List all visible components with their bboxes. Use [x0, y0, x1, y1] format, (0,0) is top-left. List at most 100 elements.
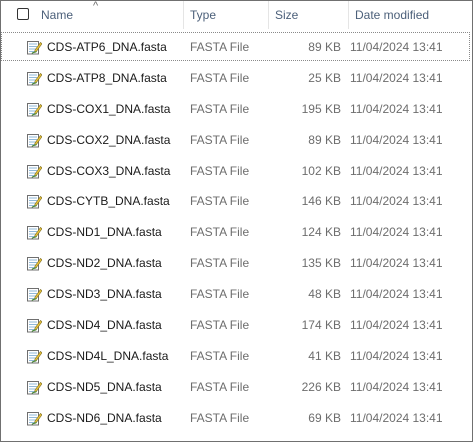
column-divider[interactable] — [183, 1, 184, 29]
file-row[interactable]: CDS-ND6_DNA.fasta FASTA File 69 KB 11/04… — [1, 403, 472, 434]
fasta-file-icon — [27, 164, 42, 179]
file-name: CDS-ND4_DNA.fasta — [47, 318, 162, 333]
file-type: FASTA File — [190, 70, 250, 85]
file-size: 48 KB — [308, 287, 341, 302]
file-name: CDS-CYTB_DNA.fasta — [47, 194, 170, 209]
file-row[interactable]: CDS-ATP8_DNA.fasta FASTA File 25 KB 11/0… — [1, 63, 472, 94]
column-divider[interactable] — [268, 1, 269, 29]
fasta-file-icon — [27, 195, 42, 209]
fasta-file-icon — [27, 133, 42, 148]
fasta-file-icon — [27, 257, 42, 271]
file-date-modified: 11/04/2024 13:41 — [350, 163, 443, 178]
fasta-file-icon — [27, 319, 42, 333]
file-row[interactable]: CDS-COX1_DNA.fasta FASTA File 195 KB 11/… — [1, 94, 472, 125]
file-date-modified: 11/04/2024 13:41 — [350, 348, 443, 363]
file-name: CDS-ND1_DNA.fasta — [47, 225, 162, 240]
file-name: CDS-ND3_DNA.fasta — [47, 287, 162, 302]
file-size: 135 KB — [301, 256, 341, 271]
row-checkbox[interactable] — [6, 319, 18, 332]
file-row[interactable]: CDS-ND1_DNA.fasta FASTA File 124 KB 11/0… — [1, 217, 472, 248]
fasta-file-icon — [27, 349, 42, 364]
file-date-modified: 11/04/2024 13:41 — [350, 70, 443, 85]
file-size: 146 KB — [301, 194, 341, 209]
file-row[interactable]: CDS-ND4_DNA.fasta FASTA File 174 KB 11/0… — [1, 310, 472, 341]
file-name: CDS-ATP8_DNA.fasta — [47, 70, 167, 85]
file-type: FASTA File — [190, 410, 250, 425]
file-type: FASTA File — [190, 379, 250, 394]
file-date-modified: 11/04/2024 13:41 — [350, 287, 443, 302]
file-type: FASTA File — [190, 163, 250, 178]
file-name: CDS-ND4L_DNA.fasta — [47, 348, 169, 363]
file-type: FASTA File — [190, 256, 250, 271]
file-type: FASTA File — [190, 194, 250, 209]
fasta-file-icon — [27, 102, 42, 117]
file-name: CDS-ND5_DNA.fasta — [47, 379, 162, 394]
file-name: CDS-ATP6_DNA.fasta — [47, 40, 167, 54]
column-divider[interactable] — [348, 1, 349, 29]
file-name: CDS-COX2_DNA.fasta — [47, 132, 171, 147]
row-checkbox[interactable] — [6, 349, 18, 362]
file-date-modified: 11/04/2024 13:41 — [350, 256, 443, 271]
column-header: Name ^ Type Size Date modified — [1, 1, 472, 29]
file-name: CDS-ND2_DNA.fasta — [47, 256, 162, 271]
row-checkbox[interactable] — [6, 288, 18, 301]
file-date-modified: 11/04/2024 13:41 — [350, 410, 443, 425]
file-name: CDS-COX3_DNA.fasta — [47, 163, 171, 178]
file-row[interactable]: CDS-ND2_DNA.fasta FASTA File 135 KB 11/0… — [1, 248, 472, 279]
file-type: FASTA File — [190, 132, 250, 147]
file-name: CDS-ND6_DNA.fasta — [47, 410, 162, 425]
file-type: FASTA File — [190, 287, 250, 302]
file-row[interactable]: CDS-ND5_DNA.fasta FASTA File 226 KB 11/0… — [1, 372, 472, 403]
row-checkbox[interactable] — [6, 195, 18, 208]
row-checkbox[interactable] — [6, 226, 18, 239]
file-size: 69 KB — [308, 410, 341, 425]
file-row[interactable]: CDS-ND4L_DNA.fasta FASTA File 41 KB 11/0… — [1, 341, 472, 372]
row-checkbox[interactable] — [6, 411, 18, 424]
column-name-header[interactable]: Name — [41, 1, 73, 29]
file-list-window: Name ^ Type Size Date modified CDS-ATP6_… — [0, 0, 473, 442]
file-list: CDS-ATP6_DNA.fasta FASTA File 89 KB 11/0… — [1, 32, 472, 434]
row-checkbox[interactable] — [6, 257, 18, 270]
fasta-file-icon — [27, 41, 42, 55]
fasta-file-icon — [27, 411, 42, 426]
fasta-file-icon — [27, 380, 42, 395]
row-checkbox[interactable] — [6, 133, 18, 146]
fasta-file-icon — [27, 288, 42, 302]
file-row[interactable]: CDS-ND3_DNA.fasta FASTA File 48 KB 11/04… — [1, 279, 472, 310]
file-type: FASTA File — [190, 225, 250, 240]
row-checkbox[interactable] — [6, 102, 18, 115]
fasta-file-icon — [27, 71, 42, 86]
fasta-file-icon — [27, 226, 42, 240]
file-date-modified: 11/04/2024 13:41 — [350, 132, 443, 147]
file-size: 89 KB — [308, 40, 341, 54]
file-size: 25 KB — [308, 70, 341, 85]
column-type-header[interactable]: Type — [190, 1, 216, 29]
file-type: FASTA File — [190, 348, 250, 363]
file-type: FASTA File — [190, 40, 250, 54]
column-date-header[interactable]: Date modified — [355, 1, 429, 29]
file-date-modified: 11/04/2024 13:41 — [350, 40, 443, 54]
row-checkbox[interactable] — [6, 71, 18, 84]
file-size: 41 KB — [308, 348, 341, 363]
row-checkbox[interactable] — [6, 380, 18, 393]
sort-ascending-icon: ^ — [93, 0, 99, 12]
file-size: 226 KB — [301, 379, 341, 394]
file-row[interactable]: CDS-COX2_DNA.fasta FASTA File 89 KB 11/0… — [1, 125, 472, 156]
row-checkbox[interactable] — [6, 41, 18, 53]
file-date-modified: 11/04/2024 13:41 — [350, 225, 443, 240]
file-name: CDS-COX1_DNA.fasta — [47, 101, 171, 116]
file-date-modified: 11/04/2024 13:41 — [350, 101, 443, 116]
file-type: FASTA File — [190, 318, 250, 333]
row-checkbox[interactable] — [6, 164, 18, 177]
file-type: FASTA File — [190, 101, 250, 116]
file-size: 102 KB — [301, 163, 341, 178]
file-size: 195 KB — [301, 101, 341, 116]
file-row[interactable]: CDS-COX3_DNA.fasta FASTA File 102 KB 11/… — [1, 156, 472, 187]
file-size: 124 KB — [301, 225, 341, 240]
select-all-checkbox[interactable] — [17, 8, 29, 20]
file-size: 174 KB — [301, 318, 341, 333]
file-row[interactable]: CDS-ATP6_DNA.fasta FASTA File 89 KB 11/0… — [1, 32, 472, 63]
file-row[interactable]: CDS-CYTB_DNA.fasta FASTA File 146 KB 11/… — [1, 186, 472, 217]
column-size-header[interactable]: Size — [275, 1, 298, 29]
file-size: 89 KB — [308, 132, 341, 147]
